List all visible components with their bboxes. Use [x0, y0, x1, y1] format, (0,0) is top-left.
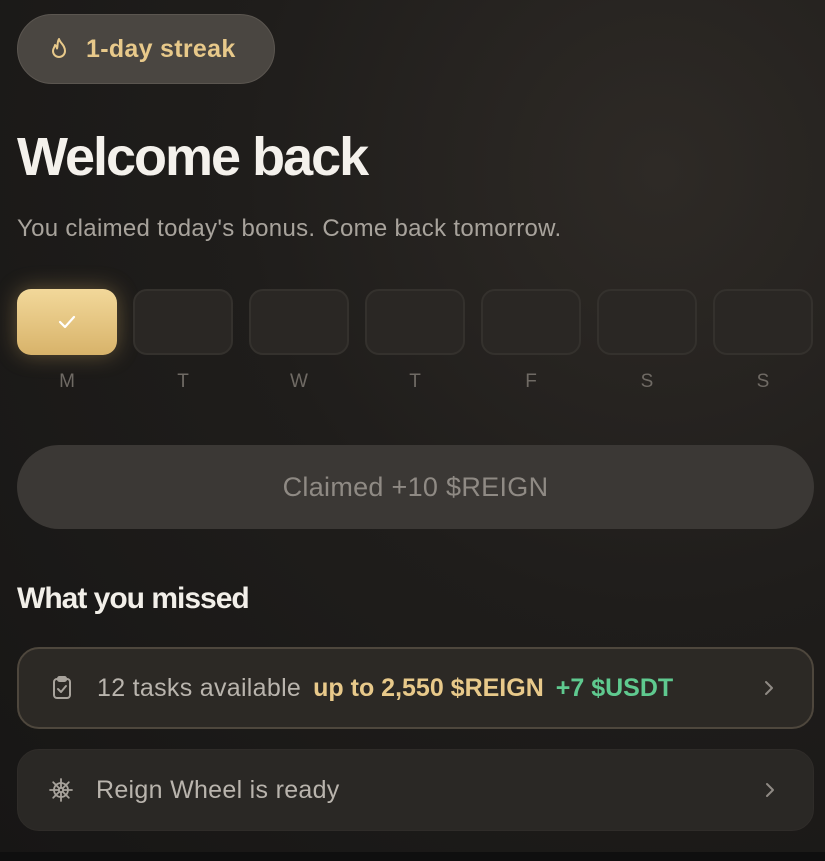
- day-box: [597, 289, 697, 355]
- page-title: Welcome back: [17, 127, 369, 187]
- day-box-claimed: [17, 289, 117, 355]
- day-box: [713, 289, 813, 355]
- week-tracker: M T W T F S S: [17, 289, 813, 393]
- streak-label: 1-day streak: [86, 34, 236, 63]
- day-letter: T: [177, 371, 189, 392]
- tasks-card[interactable]: 12 tasks available up to 2,550 $REIGN +7…: [17, 647, 814, 729]
- usdt-reward: +7 $USDT: [555, 673, 674, 702]
- chevron-right-icon: [765, 681, 773, 695]
- section-title-missed: What you missed: [17, 582, 250, 615]
- day-friday: F: [481, 289, 581, 393]
- day-wednesday: W: [249, 289, 349, 393]
- day-box: [481, 289, 581, 355]
- helm-wheel-icon: [49, 778, 73, 802]
- day-tuesday: T: [133, 289, 233, 393]
- day-letter: S: [640, 371, 654, 392]
- clipboard-check-icon: [53, 676, 71, 699]
- day-box: [365, 289, 465, 355]
- day-letter: M: [59, 371, 75, 392]
- day-letter: T: [409, 371, 421, 392]
- wheel-ready-text: Reign Wheel is ready: [96, 775, 340, 804]
- day-letter: F: [525, 371, 537, 392]
- day-thursday: T: [365, 289, 465, 393]
- day-letter: W: [290, 371, 308, 392]
- reign-reward: up to 2,550 $REIGN: [313, 673, 544, 702]
- day-saturday: S: [597, 289, 697, 393]
- day-letter: S: [756, 371, 770, 392]
- flame-icon: [52, 38, 66, 58]
- page-subtitle: You claimed today's bonus. Come back tom…: [17, 215, 562, 242]
- chevron-right-icon: [766, 783, 774, 797]
- wheel-card[interactable]: Reign Wheel is ready: [17, 749, 814, 831]
- day-box: [133, 289, 233, 355]
- streak-badge: 1-day streak: [17, 14, 275, 84]
- day-box: [249, 289, 349, 355]
- bottom-edge: [0, 852, 825, 861]
- day-monday: M: [17, 289, 117, 393]
- checkmark-icon: [58, 315, 76, 329]
- claim-button[interactable]: Claimed +10 $REIGN: [17, 445, 814, 529]
- tasks-available-text: 12 tasks available: [97, 673, 302, 702]
- day-sunday: S: [713, 289, 813, 393]
